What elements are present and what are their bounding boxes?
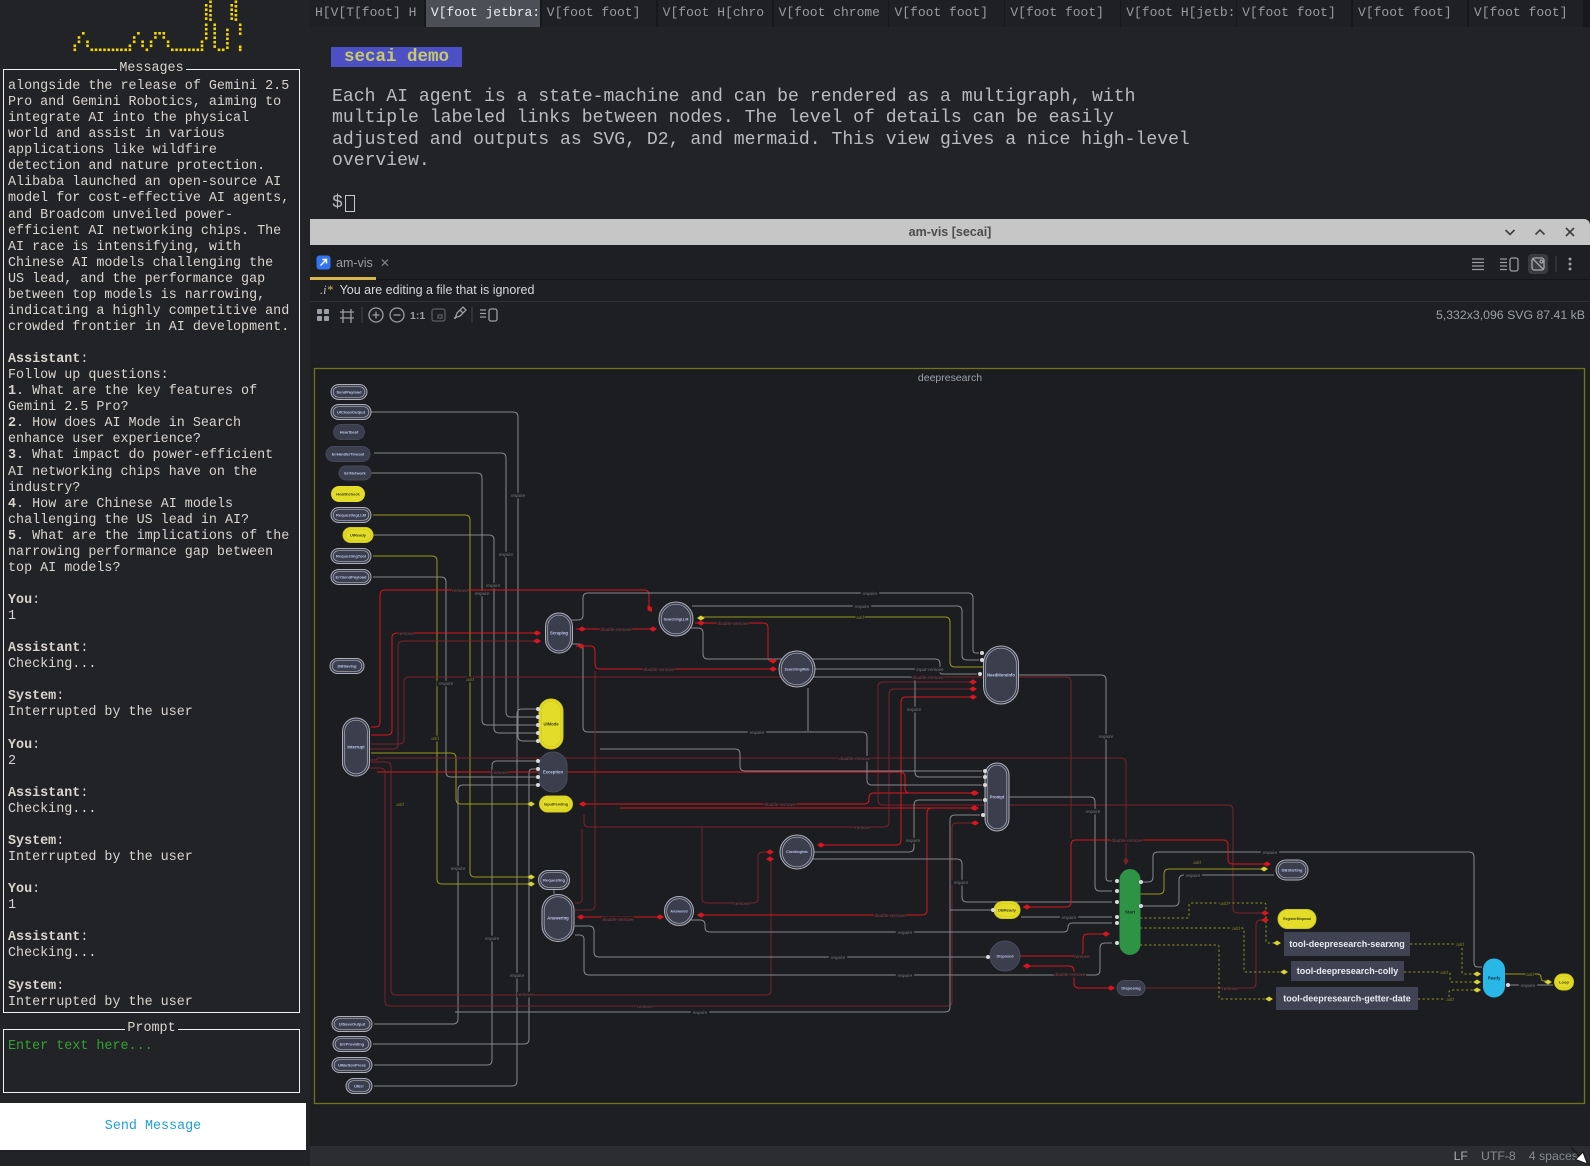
svg-text:remove: remove [398, 631, 414, 636]
svg-text:require: require [954, 880, 969, 885]
svg-text:Interrupt: Interrupt [347, 745, 365, 750]
svg-text:require: require [1086, 809, 1101, 814]
svg-text:SendPayload: SendPayload [336, 389, 362, 394]
svg-text:add: add [1440, 970, 1448, 975]
svg-text:Ready: Ready [1488, 976, 1501, 981]
svg-text:double-remove: double-remove [912, 675, 944, 680]
svg-text:require: require [485, 936, 500, 941]
svg-text:remove: remove [1222, 986, 1238, 991]
svg-text:require: require [475, 591, 490, 596]
svg-text:require: require [898, 930, 913, 935]
svg-text:add: add [431, 736, 439, 741]
svg-text:remove: remove [1074, 954, 1090, 959]
svg-text:Exception: Exception [543, 770, 563, 775]
svg-text:require: require [831, 955, 846, 960]
svg-text:require: require [898, 973, 913, 978]
svg-text:double-remove: double-remove [717, 621, 749, 626]
svg-text:double-remove: double-remove [643, 667, 675, 672]
svg-text:UIErr: UIErr [354, 1083, 364, 1088]
svg-text:ErrHandlerTimeout: ErrHandlerTimeout [332, 452, 365, 456]
svg-text:double-remove: double-remove [839, 756, 871, 761]
svg-text:remove: remove [492, 770, 508, 775]
svg-text:require: require [1521, 983, 1536, 988]
svg-text:require: require [750, 730, 765, 735]
svg-text:require: require [486, 583, 501, 588]
svg-text:add: add [396, 802, 404, 807]
svg-text:RequestingLLM: RequestingLLM [336, 512, 367, 517]
svg-text:RequestingTool: RequestingTool [336, 553, 366, 558]
svg-text:ErrSendPayload: ErrSendPayload [336, 574, 367, 579]
svg-text:require: require [511, 493, 526, 498]
svg-text:require: require [693, 1010, 708, 1015]
svg-text:Loop: Loop [1559, 979, 1569, 984]
svg-text:add: add [1526, 972, 1534, 977]
svg-text:remove: remove [637, 1004, 653, 1009]
svg-text:double-remove: double-remove [764, 802, 796, 807]
svg-text:ErrNetwork: ErrNetwork [344, 470, 366, 475]
svg-text:DBSaving: DBSaving [338, 663, 357, 668]
svg-text:RegisterDisposal: RegisterDisposal [1283, 917, 1311, 921]
svg-text:require: require [510, 973, 525, 978]
svg-text:remove: remove [734, 901, 750, 906]
svg-text:require: require [1062, 915, 1077, 920]
svg-text:UIReady: UIReady [350, 532, 367, 537]
svg-text:add: add [1220, 901, 1228, 906]
svg-text:add: add [1232, 926, 1240, 931]
svg-text:UIMode: UIMode [543, 722, 559, 727]
svg-text:Start: Start [1125, 910, 1136, 915]
svg-text:require: require [863, 591, 878, 596]
svg-text:double-remove: double-remove [1054, 972, 1086, 977]
svg-text:deepresearch: deepresearch [918, 372, 982, 384]
svg-text:Scraping: Scraping [550, 631, 568, 636]
svg-text:require: require [1263, 850, 1278, 855]
svg-text:DBStarting: DBStarting [1282, 867, 1303, 872]
svg-text:Answering: Answering [547, 916, 569, 921]
svg-text:SearchingLLM: SearchingLLM [664, 617, 689, 621]
svg-text:input-remove: input-remove [916, 667, 944, 672]
svg-text:remove: remove [452, 588, 468, 593]
svg-text:Healthcheck: Healthcheck [336, 491, 360, 496]
svg-text:CheckingInfo: CheckingInfo [786, 850, 807, 854]
svg-text:DBReady: DBReady [998, 907, 1017, 912]
svg-text:require: require [907, 707, 922, 712]
svg-text:double-remove: double-remove [1111, 838, 1143, 843]
svg-text:remove: remove [517, 992, 533, 997]
svg-text:require: require [855, 604, 870, 609]
svg-text:ErrProviding: ErrProviding [340, 1041, 365, 1046]
svg-text:require: require [439, 681, 454, 686]
svg-text:add: add [1193, 860, 1201, 865]
svg-text:Requesting: Requesting [543, 877, 565, 882]
svg-text:Answered: Answered [670, 909, 687, 913]
svg-text:require: require [906, 838, 921, 843]
svg-text:Disposing: Disposing [1121, 985, 1141, 990]
svg-text:add: add [466, 677, 474, 682]
svg-text:require: require [1099, 734, 1114, 739]
svg-text:tool-deepresearch-colly: tool-deepresearch-colly [1297, 966, 1399, 976]
svg-text:1:1: 1:1 [410, 310, 425, 322]
svg-text:NeedMoreInfo: NeedMoreInfo [987, 673, 1015, 678]
svg-text:SearchingWeb: SearchingWeb [785, 667, 811, 671]
svg-text:UIButtonPress: UIButtonPress [338, 1062, 367, 1067]
svg-text:UISaveOutput: UISaveOutput [339, 1021, 366, 1026]
svg-text:require: require [1186, 873, 1201, 878]
svg-text:add: add [856, 615, 864, 620]
svg-text:InputPending: InputPending [544, 802, 569, 806]
svg-text:Prompt: Prompt [990, 795, 1005, 800]
svg-text:remove: remove [855, 825, 871, 830]
svg-text:require: require [451, 866, 466, 871]
svg-text:double-remove: double-remove [874, 913, 906, 918]
svg-text:double-remove: double-remove [602, 917, 634, 922]
svg-text:Disposed: Disposed [996, 954, 1014, 958]
svg-text:tool-deepresearch-getter-date: tool-deepresearch-getter-date [1283, 994, 1411, 1004]
svg-text:Heartbeat: Heartbeat [340, 429, 359, 434]
svg-text:require: require [499, 552, 514, 557]
svg-text:add: add [1446, 997, 1454, 1002]
svg-text:UICleanOutput: UICleanOutput [337, 409, 366, 414]
svg-text:add: add [1456, 942, 1464, 947]
svg-text:tool-deepresearch-searxng: tool-deepresearch-searxng [1289, 939, 1405, 949]
svg-text:double-remove: double-remove [600, 627, 632, 632]
